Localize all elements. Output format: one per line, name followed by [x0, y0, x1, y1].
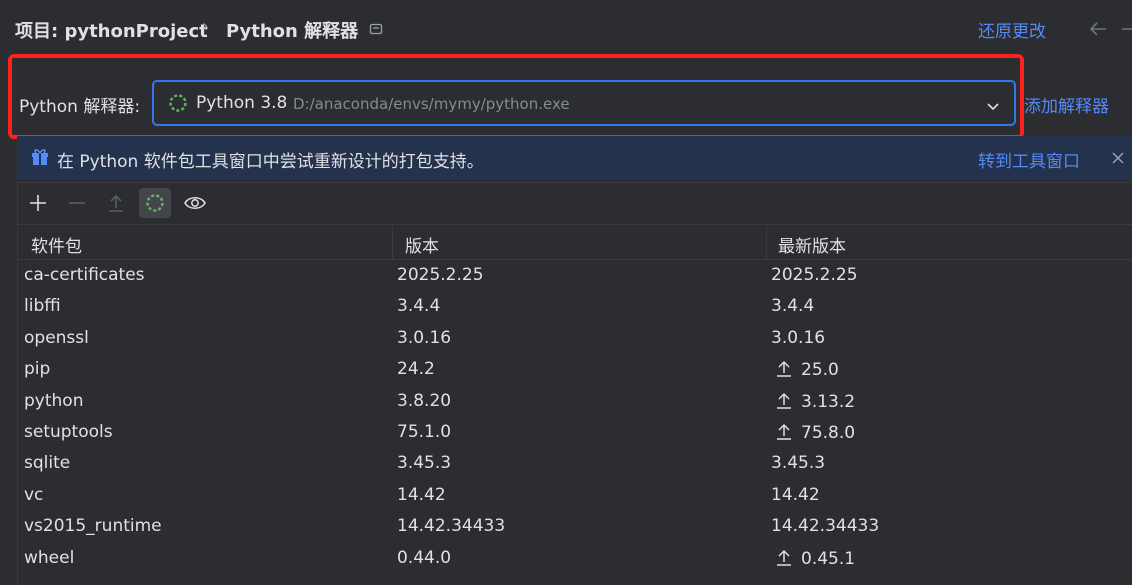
forward-arrow-icon[interactable]: [1122, 21, 1132, 41]
package-latest-version: 3.0.16: [771, 328, 825, 348]
goto-tool-window-link[interactable]: 转到工具窗口: [978, 147, 1080, 172]
package-name: setuptools: [24, 422, 113, 442]
interpreter-name: Python 3.8: [196, 93, 288, 113]
package-name: python: [24, 390, 84, 411]
package-name: vs2015_runtime: [24, 516, 162, 537]
loading-icon: [146, 194, 164, 212]
breadcrumb-separator: ›: [202, 16, 209, 35]
package-version: 3.0.16: [397, 327, 452, 348]
upgrade-icon: [109, 194, 123, 212]
add-icon: [30, 195, 46, 211]
latest-version-text: 25.0: [801, 360, 839, 381]
upgrade-available-icon: [777, 549, 791, 566]
column-divider[interactable]: [392, 225, 393, 259]
interpreter-label: Python 解释器:: [19, 97, 141, 117]
package-latest-version: 14.42.34433: [771, 516, 879, 536]
latest-version-text: 0.45.1: [801, 548, 856, 569]
package-latest-version: 3.13.2: [775, 391, 855, 412]
package-version: 3.4.4: [397, 296, 441, 317]
package-latest-version: 2025.2.25: [771, 265, 858, 285]
column-header-package[interactable]: 软件包: [31, 232, 82, 257]
package-latest-version: 14.42: [771, 485, 820, 505]
package-version: 2025.2.25: [397, 265, 484, 285]
latest-version-text: 3.0.16: [771, 327, 826, 348]
column-divider[interactable]: [766, 225, 767, 259]
package-version: 14.42.34433: [397, 516, 506, 537]
package-name: libffi: [24, 296, 61, 317]
back-arrow-icon[interactable]: [1088, 21, 1108, 41]
show-early-releases-button[interactable]: [178, 188, 210, 218]
table-row[interactable]: python 3.8.20 3.13.2: [18, 387, 1132, 418]
package-version: 75.1.0: [397, 422, 452, 442]
latest-version-text: 75.8.0: [801, 423, 856, 443]
package-latest-version: 25.0: [775, 359, 839, 380]
breadcrumb-page: Python 解释器: [226, 21, 359, 42]
package-name: pip: [24, 359, 51, 380]
table-row[interactable]: libffi 3.4.4 3.4.4: [18, 292, 1132, 323]
package-latest-version: 0.45.1: [775, 548, 855, 569]
add-interpreter-link[interactable]: 添加解释器: [1024, 92, 1109, 117]
table-row[interactable]: vs2015_runtime 14.42.34433 14.42.34433: [18, 512, 1132, 543]
gift-icon: [30, 147, 50, 171]
close-icon[interactable]: [1111, 150, 1125, 169]
loading-spinner-icon: [168, 93, 188, 117]
latest-version-text: 14.42: [771, 484, 820, 505]
upgrade-package-button[interactable]: [100, 188, 132, 218]
package-name: openssl: [24, 327, 89, 348]
table-row[interactable]: wheel 0.44.0 0.45.1: [18, 544, 1132, 575]
interpreter-select[interactable]: Python 3.8 D:/anaconda/envs/mymy/python.…: [152, 80, 1016, 126]
package-latest-version: 75.8.0: [775, 422, 855, 443]
latest-version-text: 14.42.34433: [771, 516, 880, 537]
settings-page: 项目: pythonProject › Python 解释器 还原更改 Pyth…: [0, 0, 1132, 585]
package-version: 3.45.3: [397, 453, 452, 474]
package-latest-version: 3.4.4: [771, 296, 814, 316]
table-row[interactable]: sqlite 3.45.3 3.45.3: [18, 449, 1132, 480]
package-name: wheel: [24, 547, 75, 568]
latest-version-text: 3.45.3: [771, 453, 826, 474]
breadcrumb-project[interactable]: 项目: pythonProject: [15, 17, 208, 43]
remove-package-button[interactable]: [61, 188, 93, 218]
table-row[interactable]: pip 24.2 25.0: [18, 355, 1132, 386]
refresh-button[interactable]: [139, 188, 171, 218]
header: 项目: pythonProject › Python 解释器 还原更改: [0, 0, 1132, 58]
package-version: 3.8.20: [397, 390, 452, 411]
upgrade-available-icon: [777, 361, 791, 377]
package-version: 14.42: [397, 484, 446, 505]
package-name: vc: [24, 484, 44, 505]
column-header-version[interactable]: 版本: [405, 232, 439, 257]
package-name: sqlite: [24, 453, 71, 474]
latest-version-text: 2025.2.25: [771, 265, 858, 285]
info-banner: 在 Python 软件包工具窗口中尝试重新设计的打包支持。 转到工具窗口: [17, 136, 1132, 180]
package-latest-version: 3.45.3: [771, 453, 825, 473]
remove-icon: [69, 202, 85, 204]
package-version: 0.44.0: [397, 547, 452, 568]
eye-icon: [184, 197, 206, 209]
table-row[interactable]: setuptools 75.1.0 75.8.0: [18, 418, 1132, 449]
upgrade-available-icon: [777, 423, 791, 440]
chevron-down-icon[interactable]: [986, 97, 1000, 116]
add-package-button[interactable]: [22, 188, 54, 218]
table-row[interactable]: vc 14.42 14.42: [18, 481, 1132, 512]
table-header: 软件包 版本 最新版本: [18, 224, 1132, 260]
latest-version-text: 3.4.4: [771, 296, 815, 317]
interpreter-path: D:/anaconda/envs/mymy/python.exe: [293, 95, 570, 113]
column-header-latest[interactable]: 最新版本: [778, 232, 846, 257]
package-name: ca-certificates: [24, 265, 145, 285]
window-icon[interactable]: [369, 21, 383, 35]
revert-changes-link[interactable]: 还原更改: [978, 17, 1046, 42]
banner-text: 在 Python 软件包工具窗口中尝试重新设计的打包支持。: [57, 152, 484, 172]
package-version: 24.2: [397, 359, 435, 380]
table-row[interactable]: ca-certificates 2025.2.25 2025.2.25: [18, 261, 1132, 292]
table-row[interactable]: openssl 3.0.16 3.0.16: [18, 324, 1132, 355]
latest-version-text: 3.13.2: [801, 391, 856, 412]
upgrade-available-icon: [777, 392, 791, 409]
